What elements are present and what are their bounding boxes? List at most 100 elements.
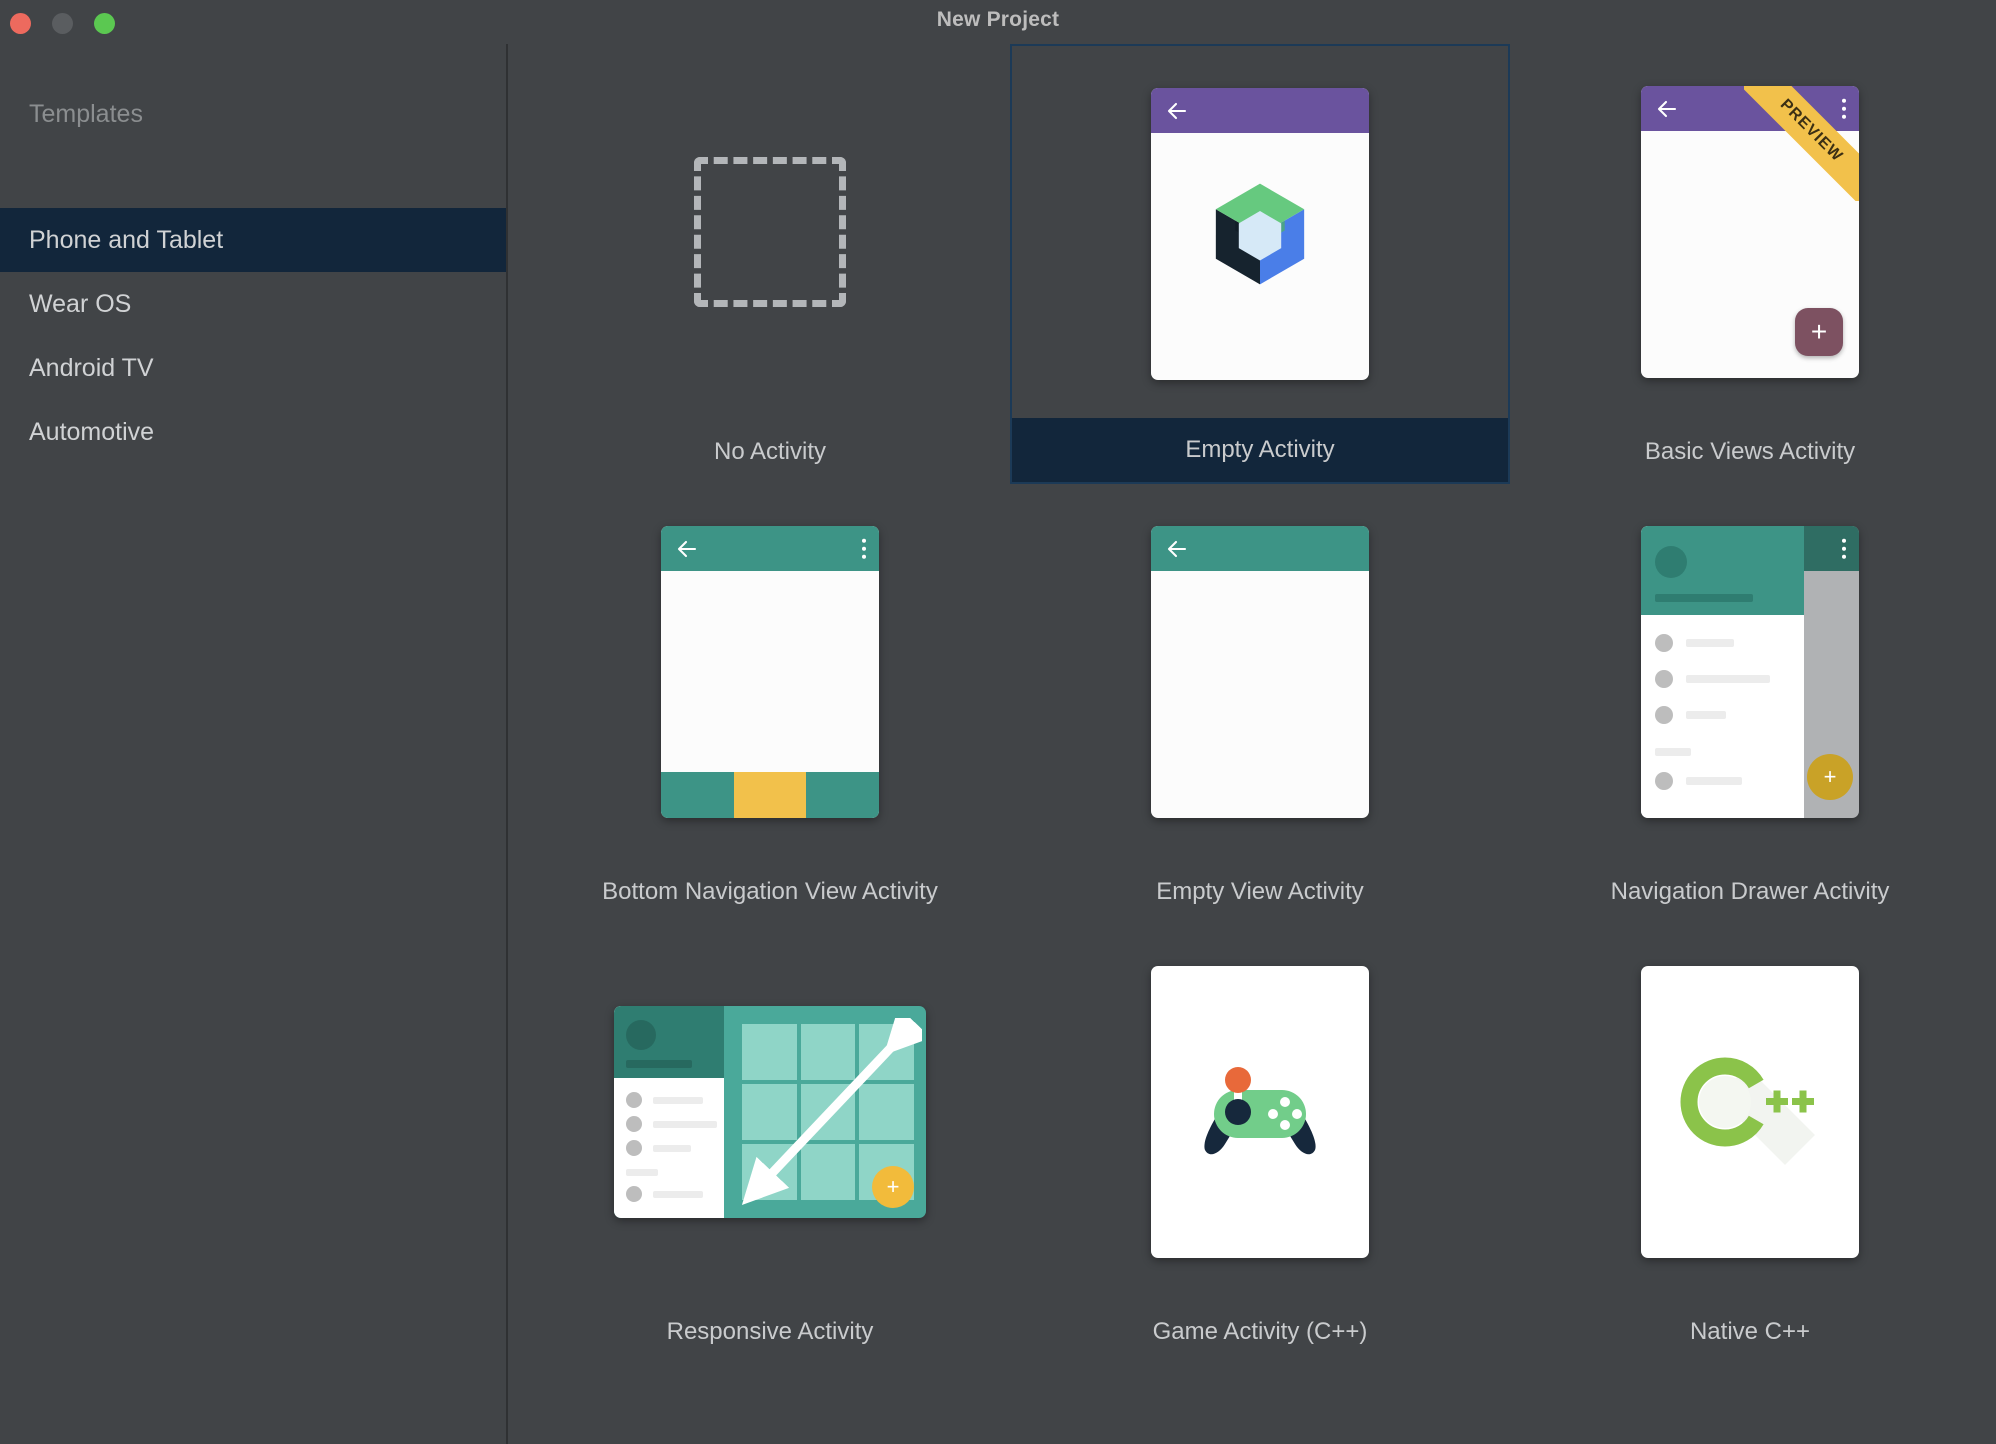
sidebar-item-automotive[interactable]: Automotive — [0, 400, 506, 464]
templates-panel: No Activity Empty Activity PREVIEW + Bas… — [510, 44, 1996, 1444]
basic-views-preview-card: PREVIEW + — [1641, 86, 1859, 378]
back-arrow-icon — [1167, 102, 1187, 119]
template-label: Empty Activity — [1012, 418, 1508, 482]
bottom-nav-item-active — [733, 772, 807, 818]
preview-badge-label: PREVIEW — [1744, 86, 1859, 201]
template-label: Responsive Activity — [666, 1318, 874, 1345]
template-thumbnail — [1012, 46, 1508, 422]
window-title: New Project — [936, 8, 1060, 31]
panel-list-item — [626, 1116, 717, 1132]
list-item-text — [653, 1096, 703, 1104]
native-cpp-preview-card — [1641, 966, 1859, 1258]
drawer-list-item — [1655, 772, 1742, 790]
list-item-icon — [1655, 706, 1673, 724]
avatar — [1655, 546, 1687, 578]
template-label: Navigation Drawer Activity — [1610, 878, 1890, 905]
drawer-divider — [1655, 748, 1691, 756]
sidebar-list: Phone and Tablet Wear OS Android TV Auto… — [0, 208, 506, 464]
list-item-icon — [1655, 772, 1673, 790]
list-item-icon — [626, 1116, 642, 1132]
responsive-preview-card: + — [614, 1006, 926, 1218]
drawer-list-item — [1655, 634, 1734, 652]
account-name-placeholder — [1655, 594, 1753, 602]
template-tile-empty-view-activity[interactable]: Empty View Activity — [1010, 484, 1510, 924]
sidebar-item-label: Android TV — [29, 354, 154, 382]
panel-list-item — [626, 1186, 703, 1202]
template-label: Native C++ — [1689, 1318, 1811, 1345]
app-bar — [1151, 526, 1369, 571]
list-item-icon — [626, 1140, 642, 1156]
panel-divider — [626, 1169, 658, 1176]
template-tile-basic-views-activity[interactable]: PREVIEW + Basic Views Activity — [1500, 44, 1996, 484]
compose-preview-card — [1151, 88, 1369, 380]
navigation-drawer-preview-card: + — [1641, 526, 1859, 818]
template-tile-native-cpp[interactable]: Native C++ — [1500, 924, 1996, 1364]
template-label: No Activity — [713, 438, 827, 465]
game-preview-card — [1151, 966, 1369, 1258]
overflow-menu-icon — [1841, 538, 1846, 559]
empty-view-preview-card — [1151, 526, 1369, 818]
template-tile-bottom-navigation-view-activity[interactable]: Bottom Navigation View Activity — [520, 484, 1020, 924]
template-thumbnail — [1010, 484, 1510, 860]
template-tile-no-activity[interactable]: No Activity — [520, 44, 1020, 484]
back-arrow-icon — [1657, 100, 1677, 117]
bottom-navigation-bar — [661, 772, 879, 818]
floating-action-button: + — [872, 1166, 914, 1208]
template-label: Bottom Navigation View Activity — [602, 878, 938, 905]
template-thumbnail — [1500, 924, 1996, 1300]
app-bar — [661, 526, 879, 571]
template-label: Empty View Activity — [1156, 878, 1364, 905]
template-thumbnail — [1010, 924, 1510, 1300]
bottom-nav-item — [661, 772, 734, 818]
drawer-panel — [1641, 526, 1804, 818]
dashed-placeholder-icon — [694, 157, 846, 307]
avatar — [626, 1020, 656, 1050]
template-thumbnail — [520, 44, 1020, 420]
list-item-icon — [1655, 670, 1673, 688]
template-label: Game Activity (C++) — [1152, 1318, 1368, 1345]
overflow-menu-icon — [861, 538, 866, 559]
panel-list-item — [626, 1140, 691, 1156]
list-item-text — [1686, 639, 1734, 647]
drawer-list-item — [1655, 670, 1770, 688]
back-arrow-icon — [677, 540, 697, 557]
template-label: Basic Views Activity — [1644, 438, 1856, 465]
cpp-logo-icon — [1680, 1057, 1815, 1165]
drawer-list-item — [1655, 706, 1726, 724]
templates-grid: No Activity Empty Activity PREVIEW + Bas… — [510, 44, 1996, 1444]
jetpack-compose-logo-icon — [1215, 183, 1305, 285]
template-thumbnail: + — [1500, 484, 1996, 860]
template-thumbnail: PREVIEW + — [1500, 44, 1996, 420]
window-titlebar: New Project — [0, 0, 1996, 44]
list-item-text — [1686, 711, 1726, 719]
list-item-text — [653, 1190, 703, 1198]
list-item-text — [653, 1144, 691, 1152]
bottom-nav-item — [806, 772, 879, 818]
list-item-icon — [626, 1186, 642, 1202]
panel-header — [614, 1006, 724, 1078]
list-item-text — [1686, 777, 1742, 785]
list-item-icon — [626, 1092, 642, 1108]
gamepad-logo-icon — [1204, 1067, 1316, 1155]
sidebar-item-wear-os[interactable]: Wear OS — [0, 272, 506, 336]
sidebar-item-phone-and-tablet[interactable]: Phone and Tablet — [0, 208, 506, 272]
sidebar-item-android-tv[interactable]: Android TV — [0, 336, 506, 400]
account-name-placeholder — [626, 1060, 692, 1068]
back-arrow-icon — [1167, 540, 1187, 557]
templates-sidebar: Templates Phone and Tablet Wear OS Andro… — [0, 44, 508, 1444]
side-panel — [614, 1006, 724, 1218]
new-project-dialog: New Project Templates Phone and Tablet W… — [0, 0, 1996, 1444]
template-tile-game-activity[interactable]: Game Activity (C++) — [1010, 924, 1510, 1364]
panel-list-item — [626, 1092, 703, 1108]
drawer-header — [1641, 526, 1804, 615]
sidebar-item-label: Phone and Tablet — [29, 226, 224, 254]
template-tile-empty-activity[interactable]: Empty Activity — [1010, 44, 1510, 484]
floating-action-button: + — [1807, 754, 1853, 800]
list-item-icon — [1655, 634, 1673, 652]
list-item-text — [653, 1120, 717, 1128]
template-tile-responsive-activity[interactable]: + Responsive Activity — [520, 924, 1020, 1364]
sidebar-item-label: Automotive — [29, 418, 155, 446]
app-bar — [1151, 88, 1369, 133]
list-item-text — [1686, 675, 1770, 683]
template-tile-navigation-drawer-activity[interactable]: + Navigation Drawer Activity — [1500, 484, 1996, 924]
